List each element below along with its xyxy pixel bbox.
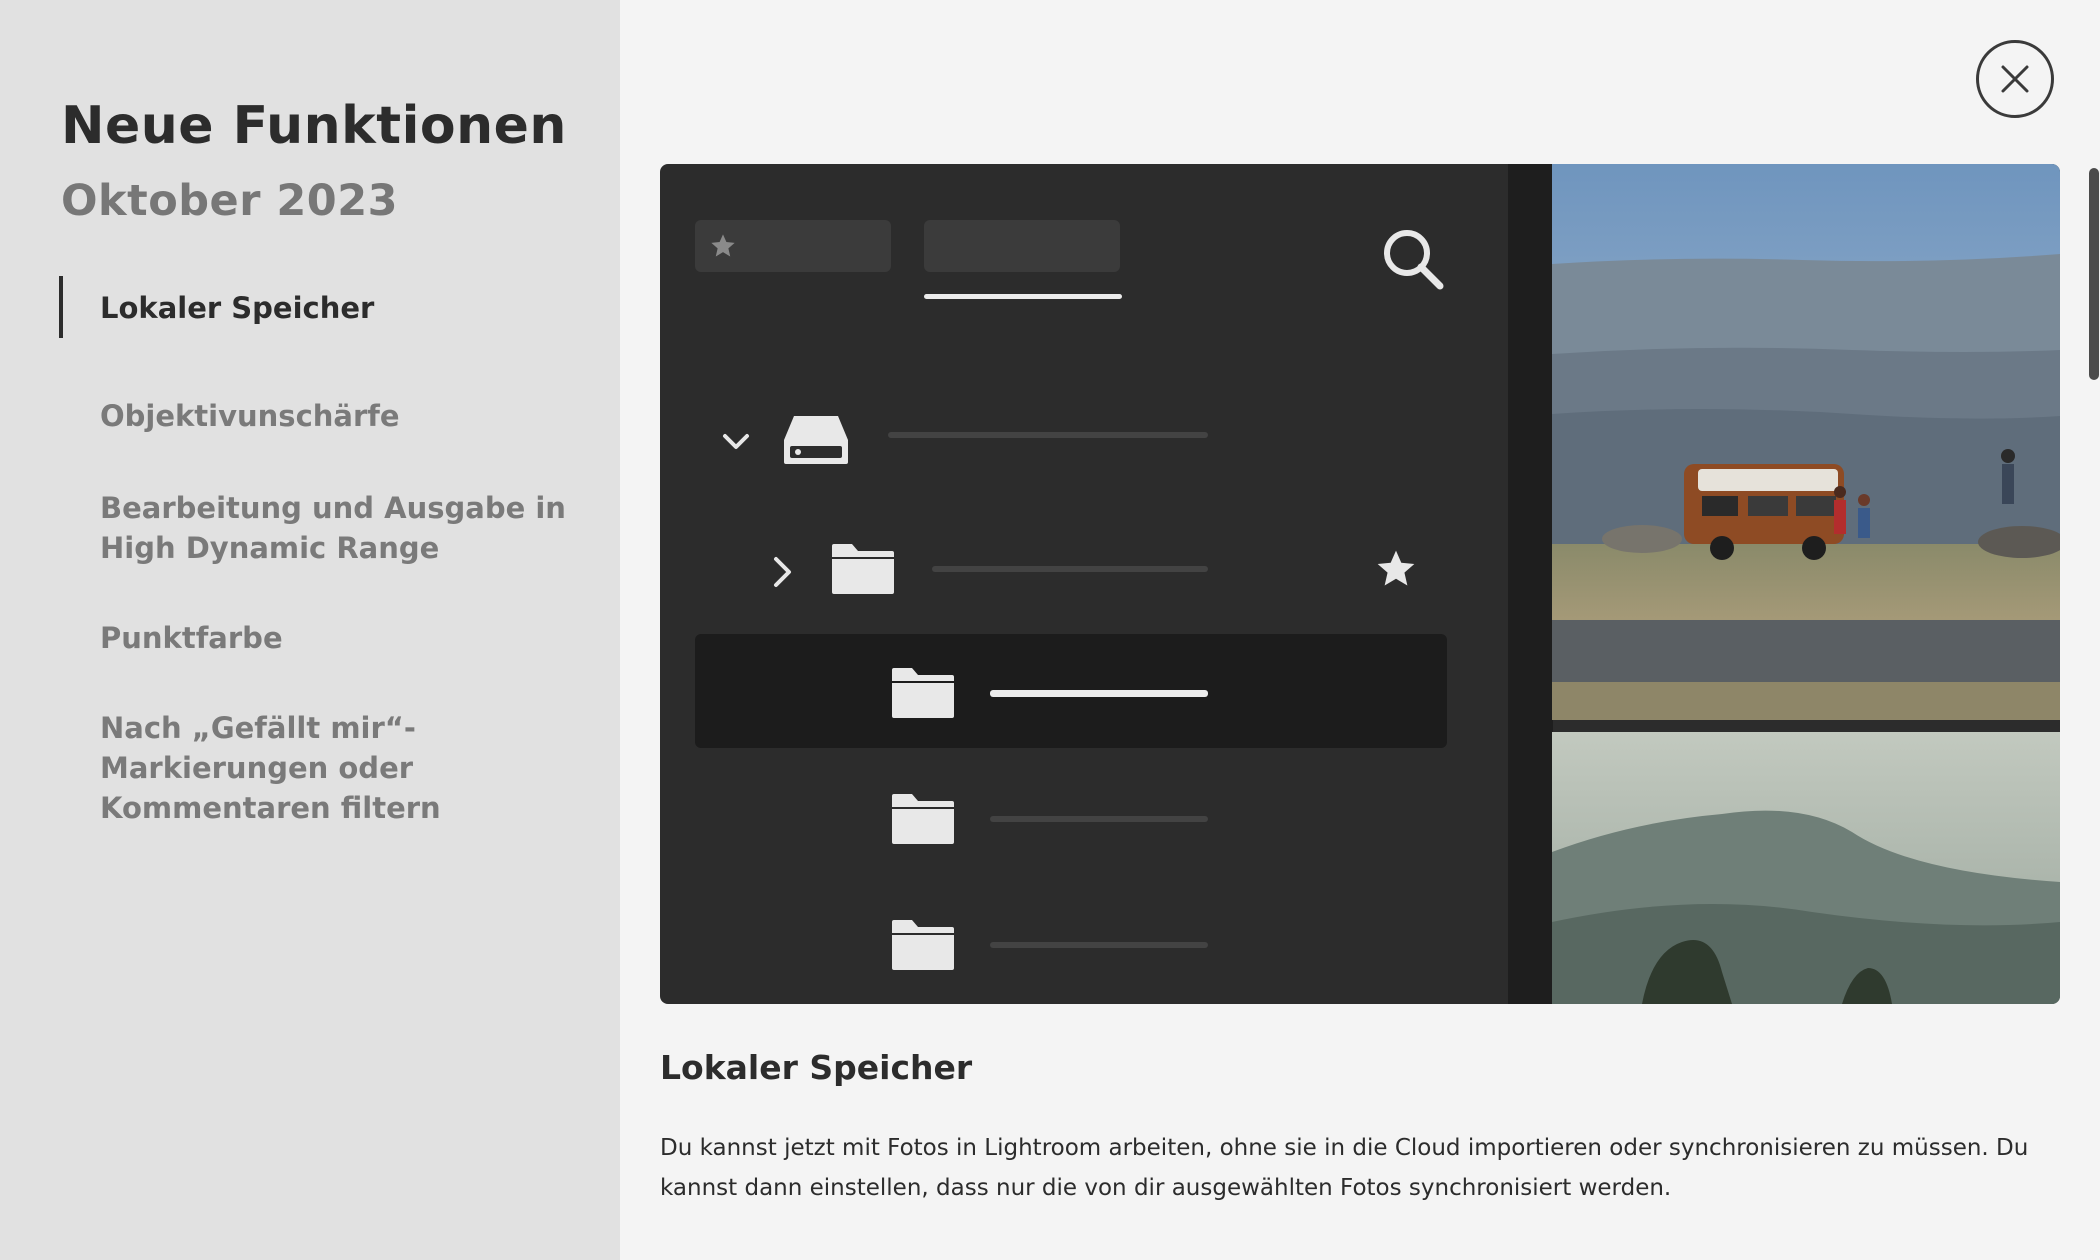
star-icon: [711, 234, 735, 257]
chevron-down-icon: [723, 434, 749, 449]
placeholder-bar: [932, 566, 1208, 572]
placeholder-bar: [888, 432, 1208, 438]
misty-mountain-photo: [1552, 732, 2060, 1004]
placeholder-bar: [990, 942, 1208, 948]
folder-icon: [832, 544, 894, 594]
search-icon: [1384, 230, 1444, 290]
folder-icon: [892, 668, 954, 718]
folder-icon: [892, 920, 954, 970]
article-body: Du kannst jetzt mit Fotos in Lightroom a…: [660, 1135, 2029, 1201]
sidebar: Neue Funktionen Oktober 2023 Lokaler Spe…: [0, 0, 620, 1260]
landscape-photo-van: [1552, 164, 2060, 720]
active-tab-underline: [924, 294, 1122, 299]
scrollbar-thumb[interactable]: [2089, 168, 2099, 380]
panel-divider: [1508, 164, 1553, 1004]
nav-item-lokaler-speicher[interactable]: Lokaler Speicher: [100, 288, 590, 328]
close-button[interactable]: [1976, 40, 2054, 118]
feature-illustration: [660, 164, 2060, 1004]
filter-pill-favorites: [695, 220, 891, 272]
chevron-right-icon: [774, 557, 791, 587]
hard-drive-icon: [784, 416, 848, 464]
nav-item-objektivunschaerfe[interactable]: Objektivunschärfe: [100, 396, 590, 436]
sidebar-title: Neue Funktionen: [61, 96, 567, 156]
placeholder-bar-selected: [990, 690, 1208, 697]
star-icon: [1377, 550, 1415, 586]
active-nav-indicator: [59, 276, 63, 338]
close-icon: [2001, 65, 2029, 93]
sidebar-subtitle: Oktober 2023: [61, 176, 399, 226]
filter-pill-tab: [924, 220, 1120, 272]
nav-item-punktfarbe[interactable]: Punktfarbe: [100, 618, 590, 658]
nav-item-filter-likes-comments[interactable]: Nach „Gefällt mir“-Markierungen oder Kom…: [100, 708, 590, 828]
placeholder-bar: [990, 816, 1208, 822]
nav-item-hdr[interactable]: Bearbeitung und Ausgabe in High Dynamic …: [100, 488, 590, 568]
article-title: Lokaler Speicher: [660, 1048, 973, 1087]
folder-icon: [892, 794, 954, 844]
